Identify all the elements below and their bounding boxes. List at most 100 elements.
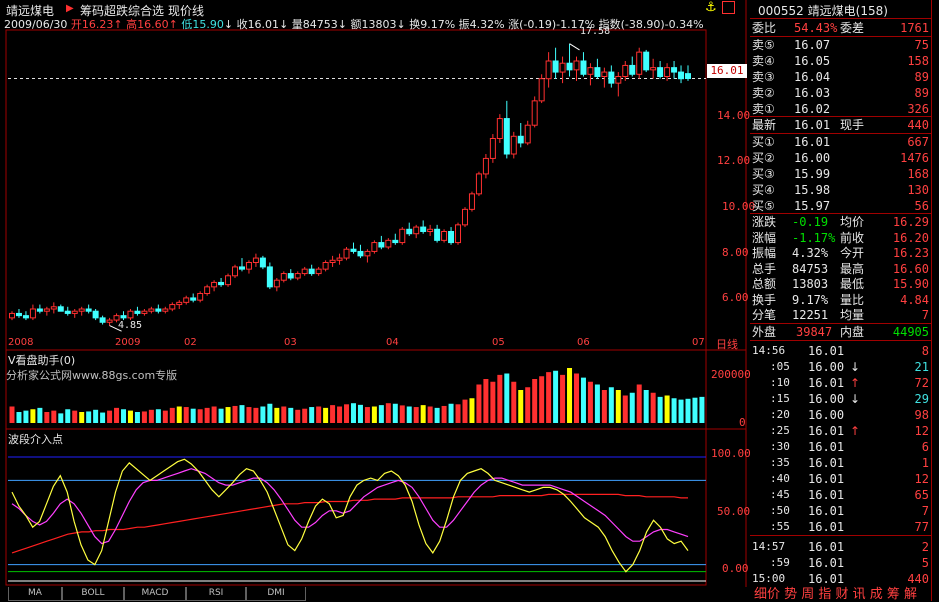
candle-body bbox=[413, 226, 420, 235]
candle-body bbox=[531, 100, 538, 126]
tick-row: :35 16.01 1 bbox=[750, 455, 931, 471]
volume-bar bbox=[183, 407, 189, 423]
volume-bar bbox=[16, 412, 22, 423]
candle-body bbox=[461, 208, 468, 226]
stat-value: 16.29 bbox=[892, 215, 929, 229]
candle-body bbox=[252, 257, 259, 264]
volume-bar bbox=[288, 407, 294, 423]
buy-row: 买① 16.01 667 bbox=[750, 134, 931, 150]
volume-bar bbox=[58, 413, 64, 423]
chart-area[interactable]: 靖远煤电 ▶ 筹码超跌综合选 现价线 2009/06/30 开16.23↑ 高1… bbox=[0, 0, 755, 601]
volume-bar bbox=[671, 398, 677, 423]
oscillator-lines bbox=[11, 458, 689, 573]
volume-bar bbox=[580, 377, 586, 423]
inner-value: 44905 bbox=[892, 325, 929, 339]
volume-bar bbox=[497, 374, 503, 423]
volume-bar bbox=[302, 408, 308, 423]
stat-label: 最低 bbox=[840, 277, 865, 291]
sell-price: 16.02 bbox=[794, 102, 831, 116]
sell-row: 卖③ 16.04 89 bbox=[750, 69, 931, 85]
candle-body bbox=[287, 273, 294, 279]
tick-price: 16.01 bbox=[808, 540, 845, 554]
candle-body bbox=[622, 64, 629, 78]
tab-rsi[interactable]: RSI bbox=[186, 587, 246, 601]
buy-price: 15.98 bbox=[794, 183, 831, 197]
volume-bar bbox=[643, 390, 649, 423]
divider bbox=[750, 18, 931, 19]
high-mark-label: 17.58 bbox=[580, 26, 611, 37]
price-tick: 12.00 bbox=[717, 154, 751, 167]
candle-body bbox=[92, 310, 99, 319]
sell-price: 16.03 bbox=[794, 86, 831, 100]
tick-time: :50 bbox=[770, 504, 790, 517]
stat-value: 15.90 bbox=[892, 277, 929, 291]
candle-body bbox=[127, 310, 134, 319]
candle-body bbox=[441, 231, 448, 241]
volume-bar bbox=[330, 405, 336, 423]
wc-value: 1761 bbox=[900, 21, 929, 35]
price-tick: 6.00 bbox=[722, 291, 749, 304]
volume-bar bbox=[399, 405, 405, 423]
tick-volume: 12 bbox=[914, 424, 929, 438]
volume-bar bbox=[615, 390, 621, 423]
tab-dmi[interactable]: DMI bbox=[246, 587, 306, 601]
candle-body bbox=[650, 67, 657, 71]
hand-value: 440 bbox=[907, 118, 929, 132]
buy-row: 买⑤ 15.97 56 bbox=[750, 198, 931, 214]
volume-bar bbox=[190, 408, 196, 423]
candle-body bbox=[336, 257, 343, 261]
volume-bar bbox=[169, 407, 175, 423]
osc-tick: 100.00 bbox=[711, 447, 751, 460]
bottom-menu[interactable]: 细价 势 周 指 财 讯 成 筹 解 bbox=[754, 583, 917, 602]
sell-price: 16.04 bbox=[794, 70, 831, 84]
stat-value: 7 bbox=[921, 308, 929, 322]
volume-bar bbox=[601, 390, 607, 423]
candle-body bbox=[580, 60, 587, 75]
time-label: 2008 bbox=[8, 337, 34, 348]
candle-body bbox=[50, 306, 57, 310]
tick-price: 16.01 bbox=[808, 520, 845, 534]
candle-body bbox=[378, 242, 385, 248]
volume-bar bbox=[699, 396, 705, 423]
candle-body bbox=[315, 268, 322, 275]
period-label[interactable]: 日线 bbox=[716, 336, 738, 352]
volume-bar bbox=[378, 405, 384, 423]
volume-bar bbox=[253, 407, 259, 423]
tab-ma[interactable]: MA bbox=[8, 587, 62, 601]
tick-volume: 6 bbox=[921, 440, 929, 454]
volume-bar bbox=[420, 405, 426, 423]
tick-price: 16.00 bbox=[808, 360, 845, 374]
candle-body bbox=[615, 76, 622, 84]
stat-value: 84753 bbox=[792, 261, 829, 276]
tick-time: 14:56 bbox=[752, 344, 786, 357]
stat-row: 分笔 12251 均量 7 bbox=[750, 307, 931, 323]
candle-body bbox=[218, 281, 225, 286]
tab-macd[interactable]: MACD bbox=[124, 587, 186, 601]
volume-bar bbox=[72, 410, 78, 423]
tick-volume: 5 bbox=[921, 556, 929, 570]
candle-body bbox=[468, 193, 475, 210]
candle-body bbox=[183, 297, 190, 303]
tick-arrow-icon: ↓ bbox=[850, 360, 861, 374]
candle-body bbox=[141, 310, 148, 314]
tick-time: :59 bbox=[770, 556, 790, 569]
sell-row: 卖② 16.03 89 bbox=[750, 85, 931, 101]
volume-bar bbox=[344, 404, 350, 423]
tick-volume: 65 bbox=[914, 488, 929, 502]
candle-body bbox=[671, 67, 678, 73]
volume-bar bbox=[678, 399, 684, 423]
candle-body bbox=[406, 228, 413, 235]
volume-bar bbox=[462, 399, 468, 423]
volume-bar bbox=[385, 403, 391, 423]
price-tick: 14.00 bbox=[717, 109, 751, 122]
tab-boll[interactable]: BOLL bbox=[62, 587, 124, 601]
volume-bar bbox=[23, 410, 29, 423]
candle-body bbox=[120, 315, 127, 319]
volume-bar bbox=[594, 384, 600, 423]
candle-body bbox=[566, 62, 573, 71]
volume-bar bbox=[260, 406, 266, 423]
volume-bar bbox=[155, 409, 161, 423]
wb-label: 委比 bbox=[752, 21, 777, 35]
candle-body bbox=[197, 293, 204, 301]
tick-price: 16.00 bbox=[808, 392, 845, 406]
